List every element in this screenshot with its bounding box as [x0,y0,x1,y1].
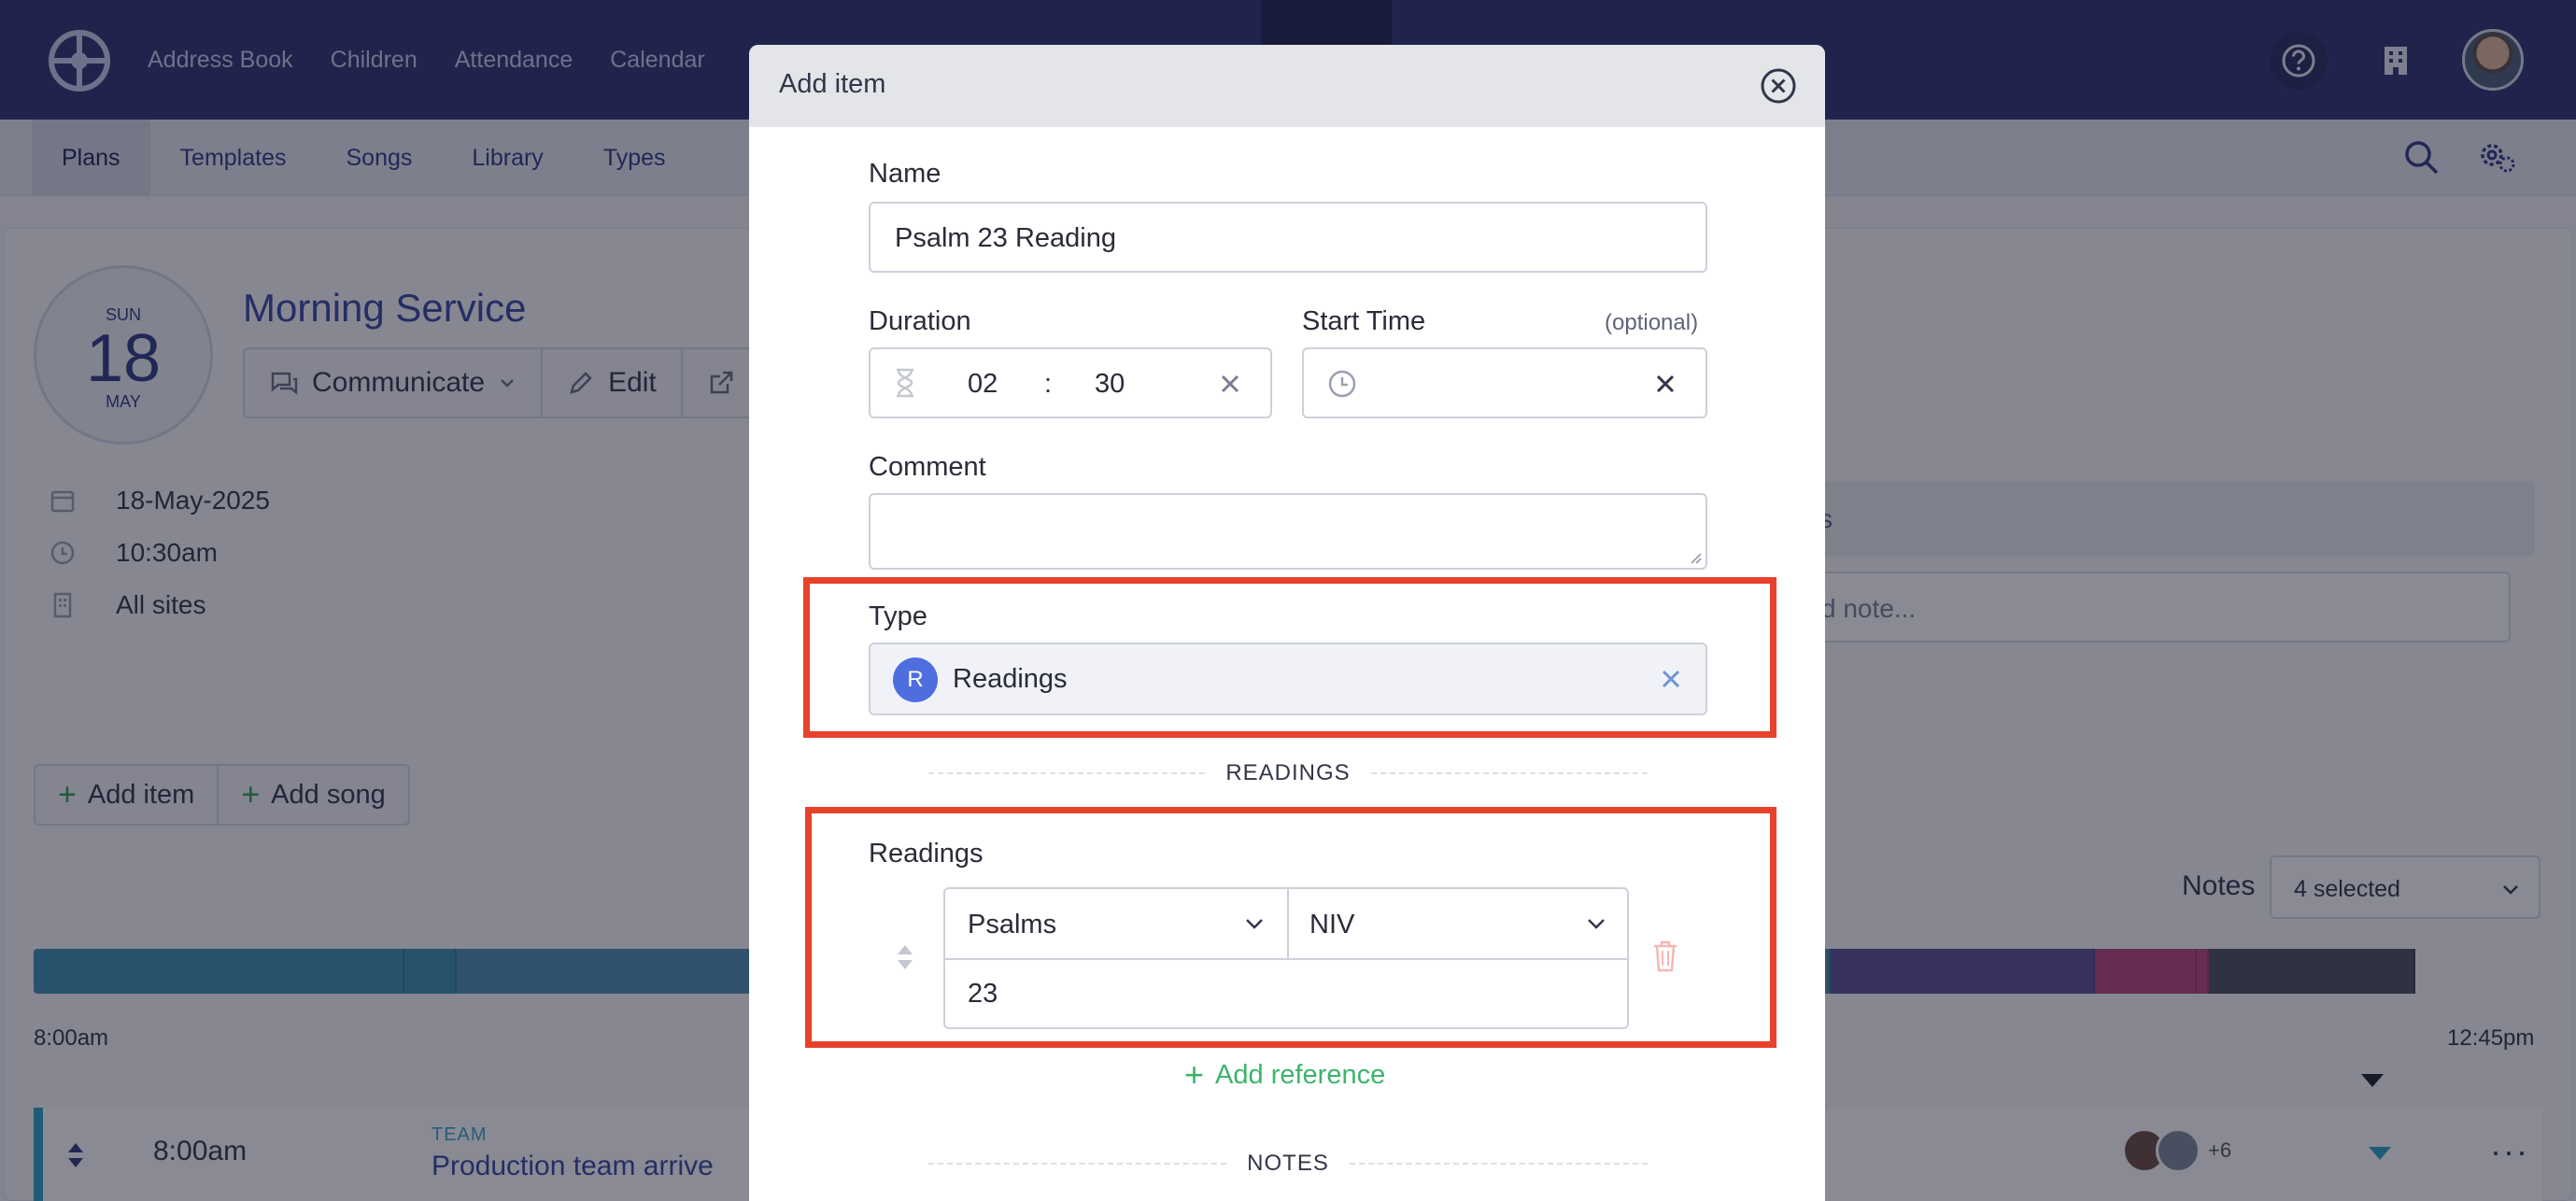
notes-section-divider: NOTES [928,1149,1648,1179]
modal-header: Add item [749,45,1825,127]
clear-start-time-icon[interactable] [1653,372,1677,396]
plus-icon: + [1184,1055,1205,1094]
comment-label: Comment [869,452,986,482]
divider-line [928,1163,1227,1165]
duration-minutes[interactable]: 02 [968,369,998,400]
readings-section-title: READINGS [1225,760,1351,785]
type-highlight-box [803,577,1776,738]
hourglass-icon [897,368,913,398]
resize-handle-icon[interactable] [1687,549,1702,564]
divider-line [1370,772,1649,774]
clear-duration-icon[interactable] [1218,372,1242,396]
comment-textarea[interactable] [869,493,1707,570]
name-field[interactable]: Psalm 23 Reading [869,202,1707,273]
clock-icon [1328,370,1356,398]
duration-seconds[interactable]: 30 [1095,369,1125,400]
divider-line [1349,1163,1648,1165]
duration-field[interactable]: 02 : 30 [869,347,1272,418]
name-value: Psalm 23 Reading [895,223,1116,253]
duration-separator: : [1044,369,1053,399]
duration-label: Duration [869,306,971,336]
start-time-label: Start Time [1302,306,1426,336]
close-icon[interactable] [1760,67,1797,105]
readings-section-divider: READINGS [928,758,1649,788]
start-time-field[interactable] [1302,347,1707,418]
readings-highlight-box [805,807,1776,1048]
start-time-optional: (optional) [1605,310,1699,335]
add-reference-button[interactable]: + Add reference [1184,1055,1385,1095]
notes-section-title: NOTES [1247,1151,1329,1176]
modal-title: Add item [779,69,886,99]
add-reference-label: Add reference [1215,1059,1386,1090]
divider-line [928,772,1206,774]
name-label: Name [869,159,941,189]
